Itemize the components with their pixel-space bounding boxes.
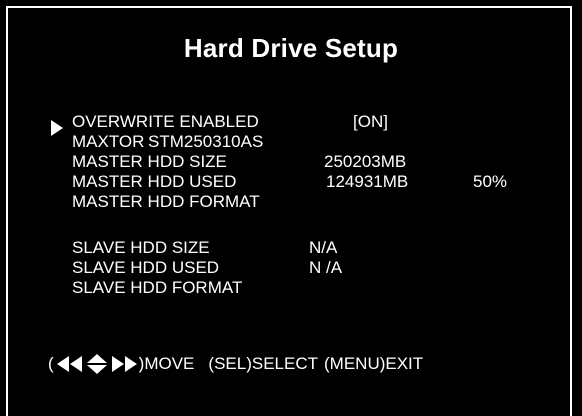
master-hdd-format[interactable]: MASTER HDD FORMAT <box>72 192 260 212</box>
master-hdd-size-label: MASTER HDD SIZE <box>72 152 227 171</box>
footer-hint: ( )MOVE (SEL)SELECT (MENU)EXIT <box>48 352 423 376</box>
slave-hdd-size-value: N/A <box>309 238 338 257</box>
triangle-left-icon <box>56 356 69 372</box>
slave-hdd-size-label: SLAVE HDD SIZE <box>72 238 210 257</box>
master-hdd-used-label: MASTER HDD USED <box>72 172 237 191</box>
footer-select-text: (SEL)SELECT <box>208 354 318 373</box>
master-hdd-size-value: 250203MB <box>324 152 407 171</box>
nav-arrows <box>56 354 137 374</box>
slave-hdd-used-label: SLAVE HDD USED <box>72 258 220 277</box>
footer-open-paren: ( <box>48 354 54 373</box>
triangle-left-icon <box>69 356 82 372</box>
master-model-number: STM250310AS <box>148 132 264 151</box>
osd-screen: Hard Drive Setup OVERWRITE ENABLED [ON] … <box>0 0 582 416</box>
triangle-down-icon <box>86 365 107 374</box>
master-model-brand: MAXTOR <box>72 132 145 151</box>
overwrite-enabled-label[interactable]: OVERWRITE ENABLED <box>72 112 259 132</box>
slave-hdd-used-value: N /A <box>309 258 343 277</box>
master-hdd-used-value: 124931MB <box>326 172 409 191</box>
footer-move-text: )MOVE <box>138 354 195 373</box>
master-hdd-used-percent: 50% <box>473 172 508 191</box>
triangle-up-icon <box>86 354 107 363</box>
page-title: Hard Drive Setup <box>183 33 399 63</box>
triangle-right-icon <box>124 356 137 372</box>
selection-cursor-icon <box>51 120 63 136</box>
slave-hdd-format[interactable]: SLAVE HDD FORMAT <box>72 278 242 298</box>
triangle-right-icon <box>111 356 124 372</box>
overwrite-enabled-value[interactable]: [ON] <box>353 112 388 132</box>
up-down-arrows <box>86 354 107 374</box>
footer-exit-text: (MENU)EXIT <box>324 354 424 373</box>
